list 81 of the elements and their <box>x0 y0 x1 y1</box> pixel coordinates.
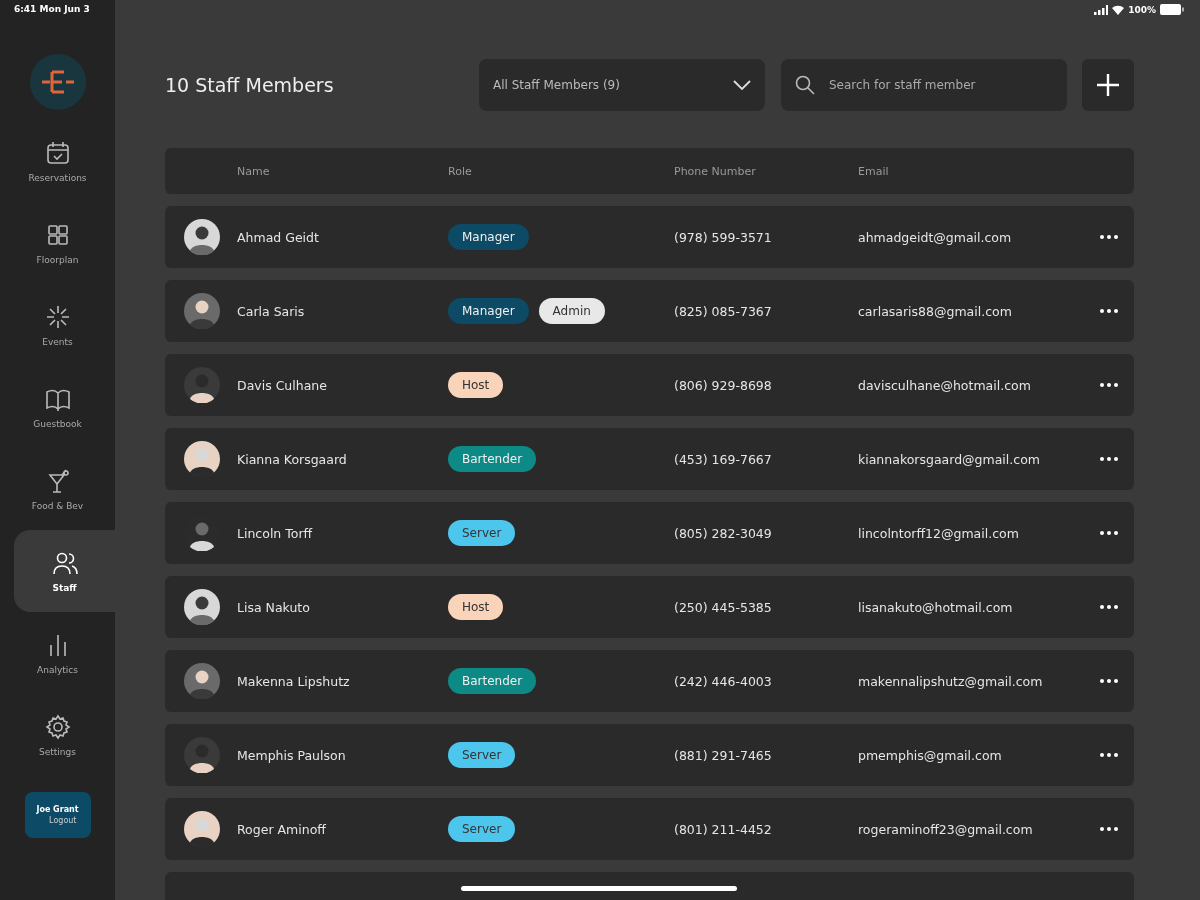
staff-name: Carla Saris <box>237 303 306 319</box>
email-address: pmemphis@gmail.com <box>858 747 1003 763</box>
nav-item[interactable]: Analytics <box>14 612 101 694</box>
staff-name: Kianna Korsgaard <box>237 451 348 467</box>
role-tag: Host <box>448 372 504 398</box>
staff-name: Davis Culhane <box>237 377 328 393</box>
gear-icon <box>43 713 72 741</box>
email-address: rogeraminoff23@gmail.com <box>858 821 1034 837</box>
nav-item[interactable]: Food & Bev <box>14 448 101 530</box>
signal-icon <box>1094 4 1109 15</box>
staff-row[interactable]: Memphis Paulson Server (881) 291-7465 pmemphis@gmail.com <box>165 724 1134 786</box>
nav-item[interactable]: Guestbook <box>14 366 101 448</box>
staff-row[interactable]: Kianna Korsgaard Bartender (453) 169-7667 kiannakorsgaard@gmail.com <box>165 428 1134 490</box>
chevron-down-icon <box>733 80 751 90</box>
user-button[interactable]: Joe Grant Logout <box>24 792 91 838</box>
staff-row[interactable]: Lincoln Torff Server (805) 282-3049 lincolntorff12@gmail.com <box>165 502 1134 564</box>
staff-row[interactable]: Davis Culhane Host (806) 929-8698 davisculhane@hotmail.com <box>165 354 1134 416</box>
more-icon[interactable] <box>1100 753 1118 757</box>
page-title: 10 Staff Members <box>165 74 335 96</box>
phone-number: (978) 599-3571 <box>674 229 773 245</box>
more-icon[interactable] <box>1100 383 1118 387</box>
staff-name: Lisa Nakuto <box>237 599 311 615</box>
logo-icon <box>27 52 88 112</box>
role-tag: Admin <box>538 298 605 324</box>
add-button[interactable] <box>1082 59 1134 111</box>
status-time: 6:41 Mon Jun 3 <box>14 4 90 14</box>
more-icon[interactable] <box>1100 605 1118 609</box>
role-tag: Bartender <box>448 668 537 694</box>
email-address: ahmadgeidt@gmail.com <box>858 229 1013 245</box>
phone-number: (881) 291-7465 <box>674 747 773 763</box>
nav-item[interactable]: Reservations <box>14 120 101 202</box>
email-address: lisanakuto@hotmail.com <box>858 599 1014 615</box>
nav-item[interactable]: Floorplan <box>14 202 101 284</box>
nav-item[interactable]: Staff <box>14 530 115 612</box>
role-tag: Manager <box>448 224 529 250</box>
role-tag: Bartender <box>448 446 537 472</box>
filter-dropdown[interactable]: All Staff Members (9) <box>479 59 765 111</box>
phone-number: (806) 929-8698 <box>674 377 773 393</box>
more-icon[interactable] <box>1100 679 1118 683</box>
role-tag: Server <box>448 742 516 768</box>
wifi-icon <box>1112 4 1125 15</box>
nav-item[interactable]: Settings <box>14 694 101 776</box>
staff-name: Makenna Lipshutz <box>237 673 351 689</box>
email-address: davisculhane@hotmail.com <box>858 377 1032 393</box>
plus-icon <box>1096 73 1120 97</box>
role-tag: Server <box>448 816 516 842</box>
email-address: lincolntorff12@gmail.com <box>858 525 1020 541</box>
nav-item[interactable]: Events <box>14 284 101 366</box>
more-icon[interactable] <box>1100 309 1118 313</box>
phone-number: (242) 446-4003 <box>674 673 773 689</box>
role-tag: Manager <box>448 298 529 324</box>
role-tag: Server <box>448 520 516 546</box>
more-icon[interactable] <box>1100 457 1118 461</box>
email-address: makennalipshutz@gmail.com <box>858 673 1044 689</box>
staff-row[interactable]: Carla Saris Manager Admin (825) 085-7367 carlasaris88@gmail.com <box>165 280 1134 342</box>
email-address: carlasaris88@gmail.com <box>858 303 1013 319</box>
column-header: Name <box>237 164 271 178</box>
search-field[interactable]: Search for staff member <box>781 59 1067 111</box>
phone-number: (250) 445-5385 <box>674 599 773 615</box>
staff-row[interactable]: Makenna Lipshutz Bartender (242) 446-4003 makennalipshutz@gmail.com <box>165 650 1134 712</box>
battery-icon <box>1160 4 1184 15</box>
staff-name: Lincoln Torff <box>237 525 314 541</box>
staff-row[interactable]: Roger Aminoff Server (801) 211-4452 rogeraminoff23@gmail.com <box>165 798 1134 860</box>
more-icon[interactable] <box>1100 235 1118 239</box>
phone-number: (453) 169-7667 <box>674 451 773 467</box>
more-icon[interactable] <box>1100 827 1118 831</box>
staff-row[interactable]: Lisa Nakuto Host (250) 445-5385 lisanakuto@hotmail.com <box>165 576 1134 638</box>
column-header: Phone Number <box>674 164 757 178</box>
column-header: Email <box>858 164 890 178</box>
role-tag: Host <box>448 594 504 620</box>
staff-name: Ahmad Geidt <box>237 229 320 245</box>
staff-name: Memphis Paulson <box>237 747 347 763</box>
staff-name: Roger Aminoff <box>237 821 327 837</box>
more-icon[interactable] <box>1100 531 1118 535</box>
battery-percent: 100% <box>1128 4 1156 15</box>
email-address: kiannakorsgaard@gmail.com <box>858 451 1041 467</box>
phone-number: (801) 211-4452 <box>674 821 773 837</box>
staff-row[interactable]: Ahmad Geidt Manager (978) 599-3571 ahmadgeidt@gmail.com <box>165 206 1134 268</box>
phone-number: (805) 282-3049 <box>674 525 773 541</box>
phone-number: (825) 085-7367 <box>674 303 773 319</box>
column-header: Role <box>448 164 473 178</box>
